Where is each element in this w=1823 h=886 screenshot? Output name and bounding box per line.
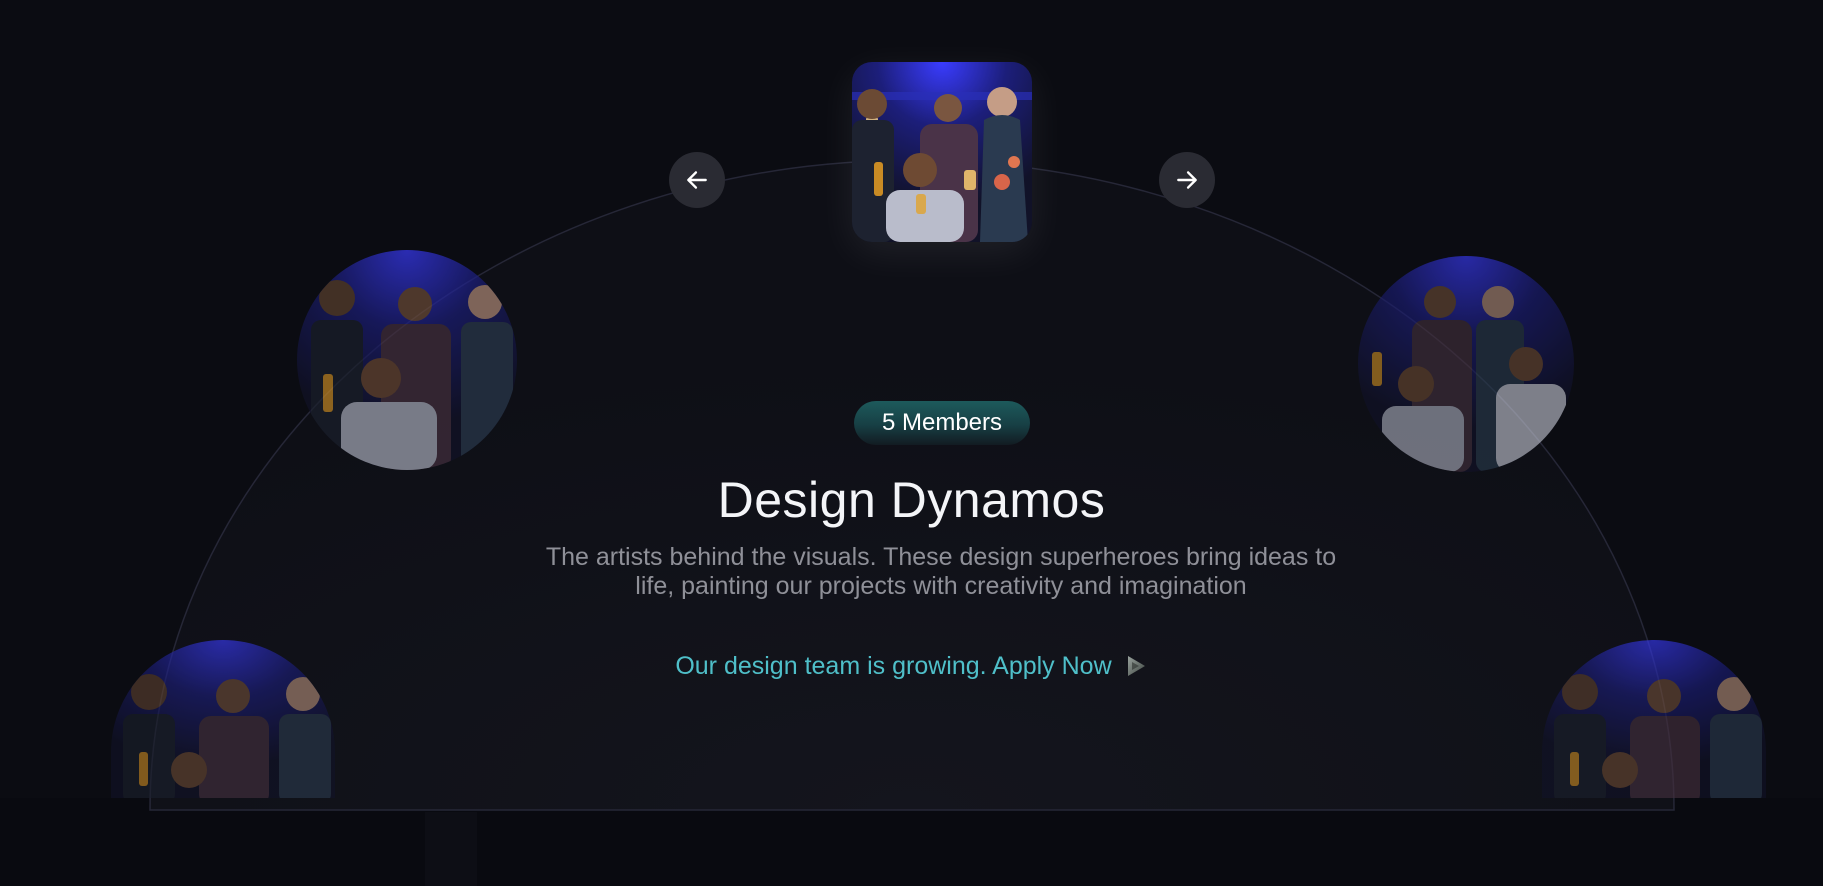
play-icon[interactable] bbox=[1124, 654, 1148, 678]
apply-now-link[interactable]: Our design team is growing. Apply Now bbox=[675, 652, 1111, 680]
members-count-badge: 5 Members bbox=[854, 401, 1030, 445]
team-photo-active[interactable] bbox=[852, 62, 1032, 242]
team-photo-left[interactable] bbox=[297, 250, 517, 470]
team-title: Design Dynamos bbox=[717, 472, 1106, 528]
carousel-next-button[interactable] bbox=[1159, 152, 1215, 208]
team-photo-right[interactable] bbox=[1358, 256, 1574, 472]
arrow-left-icon bbox=[687, 171, 707, 189]
apply-now-row: Our design team is growing. Apply Now bbox=[0, 650, 1823, 682]
team-carousel-section: 5 Members Design Dynamos The artists beh… bbox=[0, 0, 1823, 886]
carousel-prev-button[interactable] bbox=[669, 152, 725, 208]
team-description: The artists behind the visuals. These de… bbox=[545, 543, 1337, 600]
arrow-right-icon bbox=[1177, 171, 1197, 189]
